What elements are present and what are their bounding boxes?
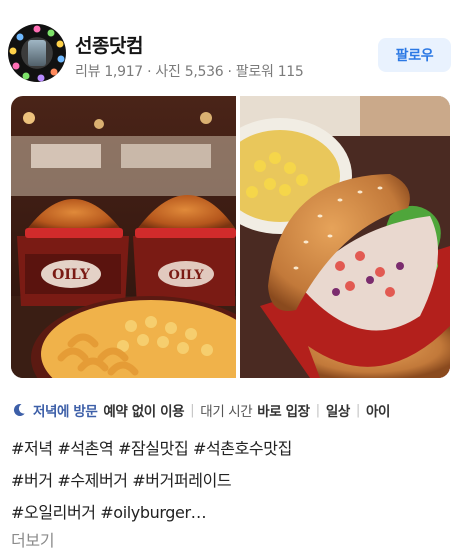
review-header: 선종닷컴 리뷰 1,917 · 사진 5,536 · 팔로워 115 팔로우	[0, 0, 464, 96]
photo-gallery: OILY OILY	[11, 96, 450, 378]
followers-count: 115	[277, 64, 304, 80]
photos-label: 사진	[155, 64, 181, 80]
avatar-door-image	[28, 40, 46, 66]
burger-pair-image: OILY OILY	[11, 96, 236, 378]
tray-logo-text: OILY	[169, 268, 205, 283]
burger-closeup-image	[240, 96, 450, 378]
hashtags-line-1[interactable]: #저녁 #석촌역 #잠실맛집 #석촌호수맛집	[11, 435, 292, 459]
hashtags-line-3[interactable]: #오일리버거 #oilyburger…	[11, 499, 207, 523]
moon-icon	[13, 403, 25, 416]
avatar[interactable]	[8, 24, 66, 82]
follow-button[interactable]: 팔로우	[378, 38, 451, 72]
info-separator: |	[315, 402, 321, 418]
hashtags-line-2[interactable]: #버거 #수제버거 #버거퍼레이드	[11, 467, 232, 491]
visit-reservation: 예약 없이 이용	[103, 404, 185, 420]
followers-label: 팔로워	[235, 64, 274, 80]
more-button[interactable]: 더보기	[11, 527, 55, 551]
visit-info: 저녁에 방문 예약 없이 이용 | 대기 시간 바로 입장 | 일상 | 아이	[11, 399, 390, 421]
photos-count: 5,536	[184, 64, 224, 80]
visit-purpose: 일상	[325, 404, 350, 420]
tray-logo-text: OILY	[52, 267, 91, 283]
wait-value: 바로 입장	[257, 404, 310, 420]
info-separator: |	[190, 402, 195, 418]
burger-photo-2[interactable]	[240, 96, 450, 378]
visit-companion: 아이	[366, 404, 391, 420]
wait-label: 대기 시간	[200, 404, 253, 420]
stats-separator: ·	[227, 64, 236, 80]
info-separator: |	[355, 402, 361, 418]
reviewer-stats: 리뷰 1,917 · 사진 5,536 · 팔로워 115	[75, 61, 304, 81]
reviews-label: 리뷰	[75, 64, 101, 80]
reviewer-name[interactable]: 선종닷컴	[75, 31, 143, 58]
burger-photo-1[interactable]: OILY OILY	[11, 96, 236, 378]
reviews-count: 1,917	[104, 64, 143, 80]
visit-time: 저녁에 방문	[33, 404, 98, 420]
